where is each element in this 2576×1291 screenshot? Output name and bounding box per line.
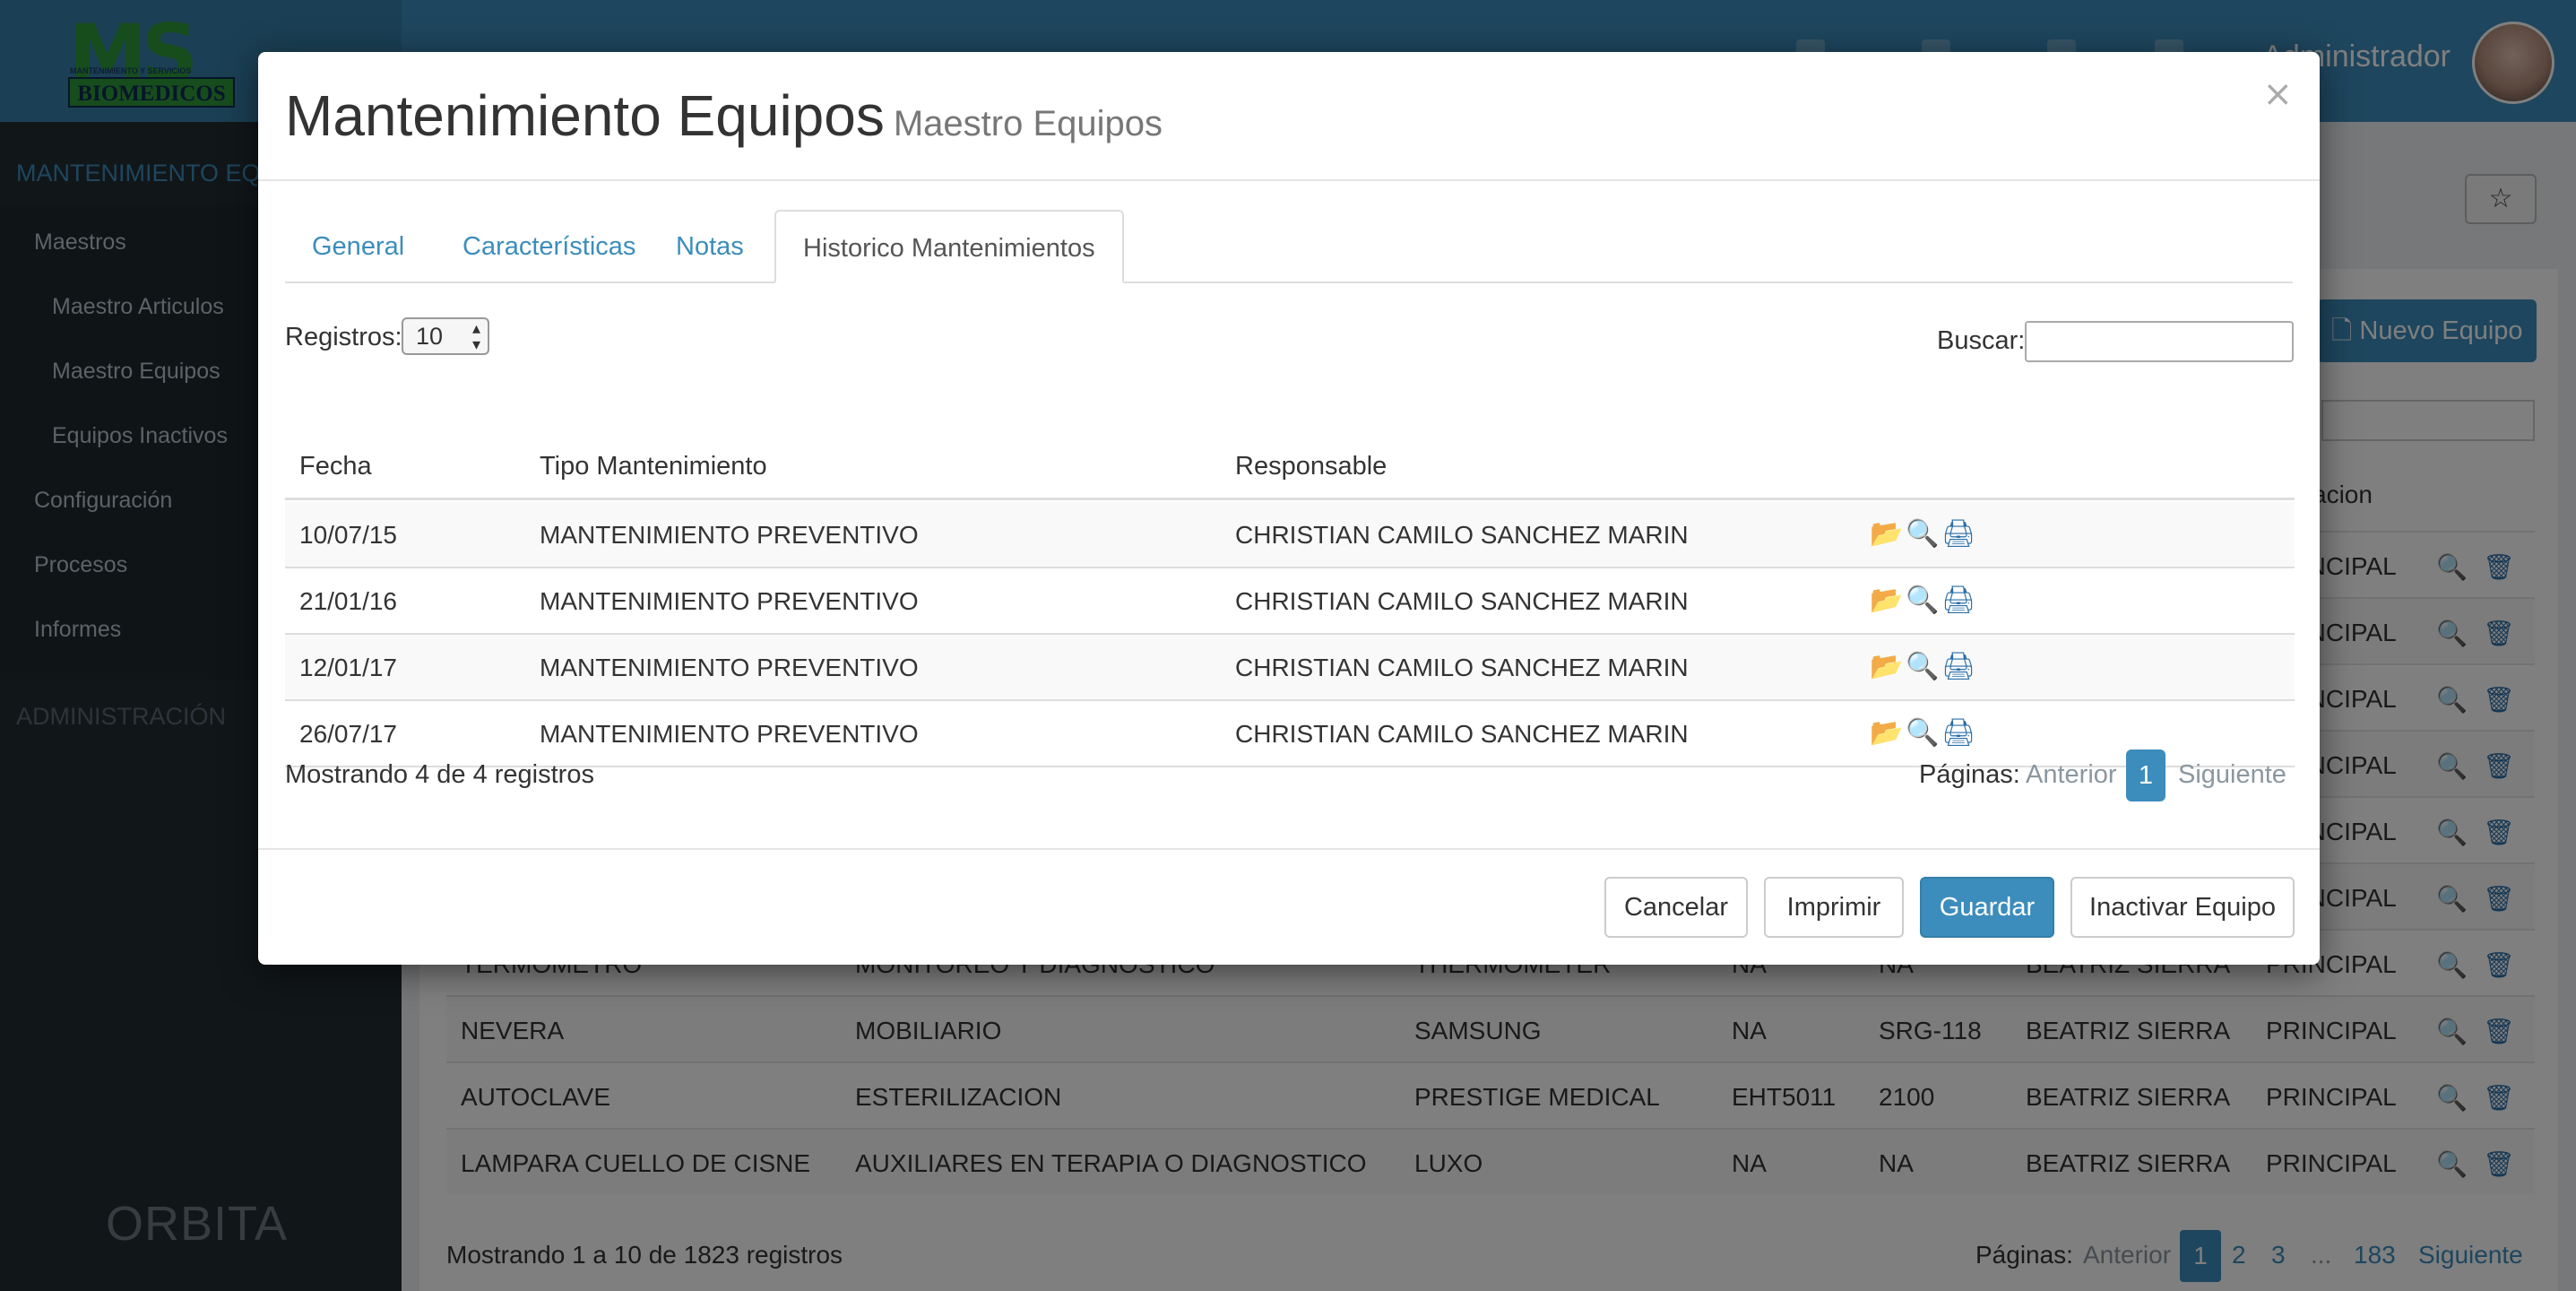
close-icon[interactable]: ×	[2262, 74, 2293, 115]
length-select-value: 10	[416, 323, 444, 350]
table-cell-fecha: 26/07/17	[299, 720, 397, 748]
modal-subtitle: Maestro Equipos	[893, 104, 1163, 143]
tab-notas[interactable]: Notas	[649, 210, 771, 283]
folder-open-icon[interactable]: 📂	[1870, 651, 1903, 682]
length-select[interactable]: 10 ▴ ▾	[402, 317, 489, 355]
search-icon[interactable]: 🔍	[1906, 518, 1939, 550]
column-header-fecha[interactable]: Fecha	[299, 452, 372, 481]
pagination-current-page[interactable]: 1	[2126, 749, 2165, 801]
pagination-next[interactable]: Siguiente	[2178, 760, 2286, 790]
search-input[interactable]	[2025, 321, 2294, 362]
table-row: 12/01/17 MANTENIMIENTO PREVENTIVO CHRISTIA…	[285, 635, 2295, 701]
print-icon[interactable]: 🖨	[1941, 717, 1975, 749]
table-cell-responsable: CHRISTIAN CAMILO SANCHEZ MARIN	[1235, 654, 1689, 681]
pagination-label: Páginas:	[1919, 760, 2020, 789]
table-row: 21/01/16 MANTENIMIENTO PREVENTIVO CHRISTIA…	[285, 568, 2295, 635]
table-info: Mostrando 4 de 4 registros	[285, 760, 594, 789]
folder-open-icon[interactable]: 📂	[1870, 518, 1903, 550]
cancel-button[interactable]: Cancelar	[1604, 877, 1748, 938]
table-cell-responsable: CHRISTIAN CAMILO SANCHEZ MARIN	[1235, 587, 1689, 615]
tab-general[interactable]: General	[285, 210, 431, 283]
modal-tabs: General Características Notas Historico …	[285, 210, 2293, 283]
table-row: 26/07/17 MANTENIMIENTO PREVENTIVO CHRISTIA…	[285, 701, 2295, 767]
search-icon[interactable]: 🔍	[1906, 651, 1939, 682]
tab-caracteristicas[interactable]: Características	[436, 210, 662, 283]
table-cell-fecha: 21/01/16	[299, 587, 397, 615]
print-icon[interactable]: 🖨	[1941, 651, 1975, 682]
modal-title-text: Mantenimiento Equipos	[285, 83, 885, 148]
print-icon[interactable]: 🖨	[1941, 518, 1975, 550]
save-button[interactable]: Guardar	[1920, 877, 2054, 938]
table-cell-tipo: MANTENIMIENTO PREVENTIVO	[540, 587, 919, 615]
search-icon[interactable]: 🔍	[1906, 585, 1939, 616]
column-header-tipo[interactable]: Tipo Mantenimiento	[540, 452, 767, 481]
folder-open-icon[interactable]: 📂	[1870, 585, 1903, 616]
table-cell-tipo: MANTENIMIENTO PREVENTIVO	[540, 720, 919, 748]
table-cell-responsable: CHRISTIAN CAMILO SANCHEZ MARIN	[1235, 521, 1689, 549]
table-cell-fecha: 12/01/17	[299, 654, 397, 681]
equipment-modal: Mantenimiento Equipos Maestro Equipos × G…	[258, 52, 2320, 965]
table-row: 10/07/15 MANTENIMIENTO PREVENTIVO CHRISTIA…	[285, 502, 2295, 568]
table-header: Fecha Tipo Mantenimiento Responsable	[285, 439, 2295, 500]
inactivate-equipment-button[interactable]: Inactivar Equipo	[2070, 877, 2295, 938]
modal-title: Mantenimiento Equipos Maestro Equipos	[285, 82, 1163, 149]
folder-open-icon[interactable]: 📂	[1870, 717, 1903, 749]
tab-historico-mantenimientos[interactable]: Historico Mantenimientos	[774, 210, 1124, 283]
print-icon[interactable]: 🖨	[1941, 585, 1975, 616]
length-label: Registros:	[285, 323, 402, 351]
modal-header: Mantenimiento Equipos Maestro Equipos ×	[258, 52, 2320, 181]
table-cell-fecha: 10/07/15	[299, 521, 397, 549]
search-label: Buscar:	[1937, 326, 2026, 355]
table-cell-tipo: MANTENIMIENTO PREVENTIVO	[540, 521, 919, 549]
column-header-responsable[interactable]: Responsable	[1235, 452, 1387, 481]
search-icon[interactable]: 🔍	[1906, 717, 1939, 749]
select-arrows-icon: ▴ ▾	[471, 319, 480, 353]
table-cell-tipo: MANTENIMIENTO PREVENTIVO	[540, 654, 919, 681]
print-button[interactable]: Imprimir	[1764, 877, 1904, 938]
pagination-prev[interactable]: Anterior	[2026, 760, 2117, 790]
table-cell-responsable: CHRISTIAN CAMILO SANCHEZ MARIN	[1235, 720, 1689, 748]
